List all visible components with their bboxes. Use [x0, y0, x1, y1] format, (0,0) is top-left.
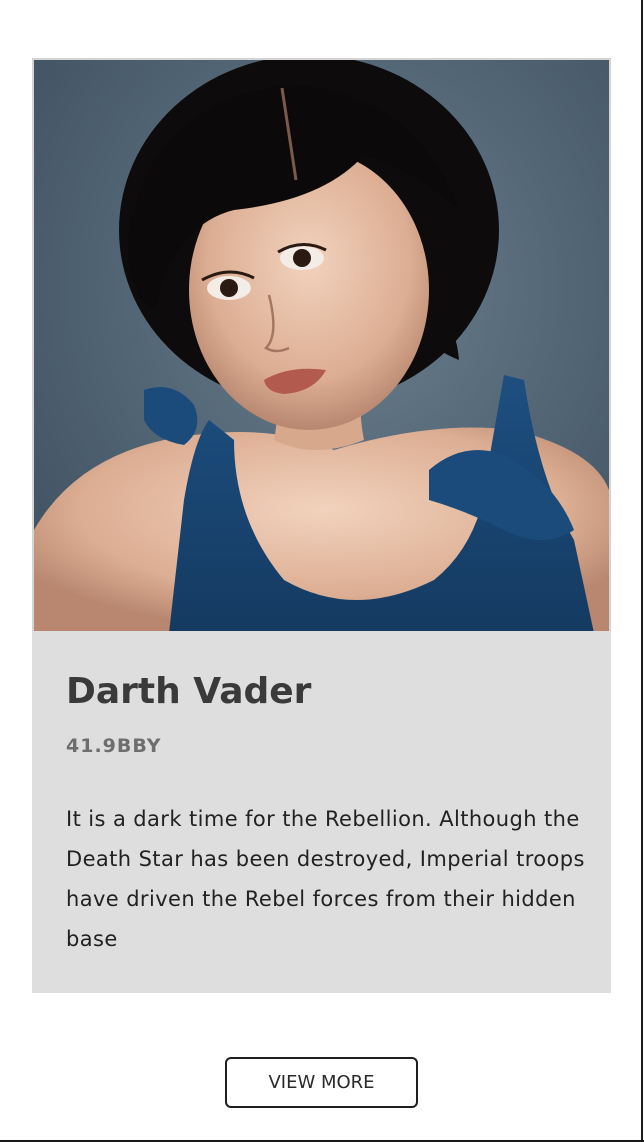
- card-title: Darth Vader: [66, 671, 312, 712]
- character-card: Darth Vader 41.9BBY It is a dark time fo…: [32, 58, 611, 993]
- window-edge-right: [641, 0, 643, 1142]
- view-more-button[interactable]: VIEW MORE: [225, 1057, 418, 1108]
- portrait-illustration: [34, 60, 609, 631]
- character-photo: [32, 58, 611, 631]
- card-description: It is a dark time for the Rebellion. Alt…: [66, 807, 585, 951]
- card-subtitle: 41.9BBY: [66, 735, 162, 757]
